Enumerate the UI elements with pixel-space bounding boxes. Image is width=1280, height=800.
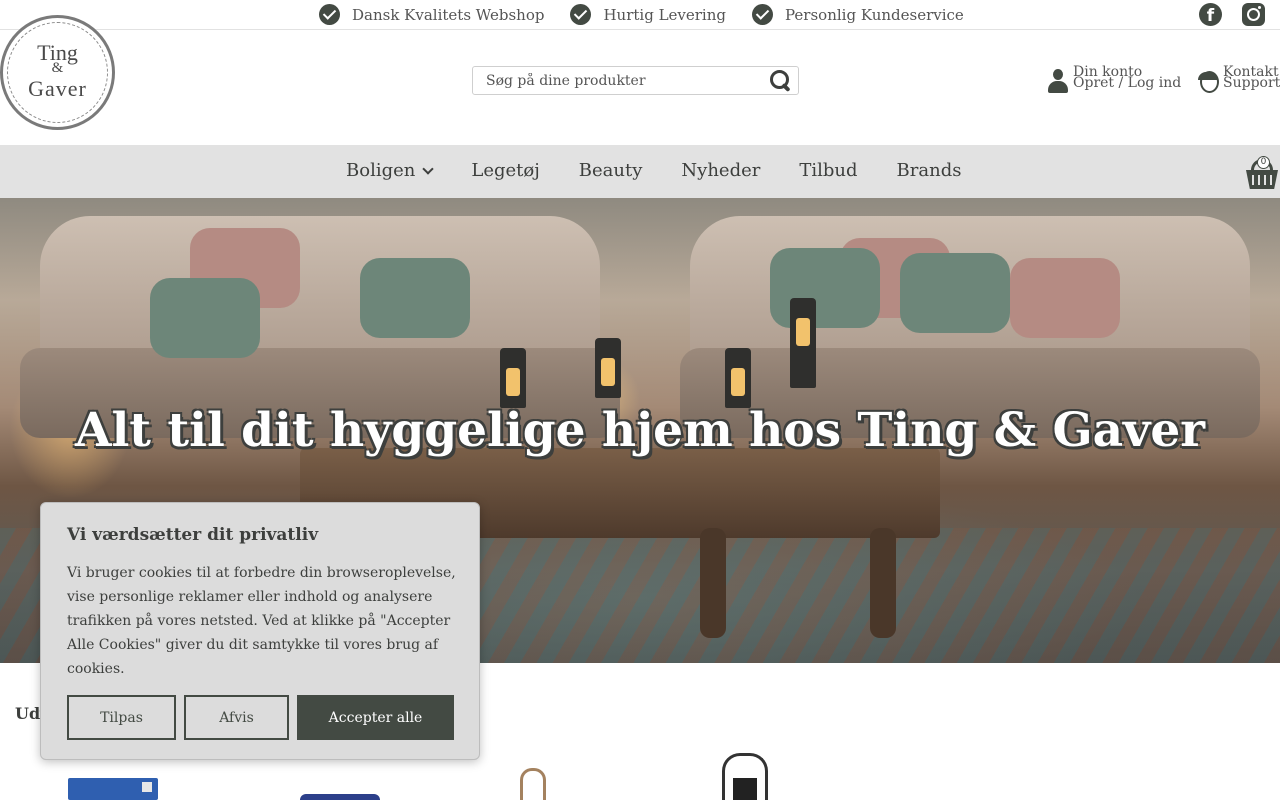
nav-item-beauty[interactable]: Beauty [579,160,643,181]
support-text: Kontakt Support [1223,65,1280,93]
usp-item: Dansk Kvalitets Webshop [319,4,544,25]
cookie-text: Vi bruger cookies til at forbedre din br… [67,565,456,677]
basket-icon [1246,170,1278,189]
account-text: Din konto Opret / Log ind [1073,65,1182,95]
support-link[interactable]: Kontakt Support [1198,65,1280,93]
accept-all-button[interactable]: Accepter alle [297,695,454,740]
hero-title: Alt til dit hyggelige hjem hos Ting & Ga… [74,403,1206,458]
usp-label: Hurtig Levering [603,5,726,24]
customize-button[interactable]: Tilpas [67,695,176,740]
hero-pillow [900,253,1010,333]
hero-pillow [1010,258,1120,338]
nav-item-legetoej[interactable]: Legetøj [471,160,539,181]
hero-lantern [595,338,621,398]
support-sub-label: Support [1223,75,1280,91]
chevron-down-icon [422,162,435,175]
search-icon[interactable] [770,70,791,91]
account-login-label: Opret / Log ind [1073,75,1182,91]
hero-lantern [725,348,751,408]
check-circle-icon [319,4,340,25]
search-input[interactable] [486,71,766,91]
headset-icon [1198,69,1219,93]
logo-text-gaver: Gaver [28,76,87,101]
usp-label: Personlig Kundeservice [785,5,964,24]
search-box [472,66,799,95]
facebook-icon[interactable]: f [1199,3,1222,26]
hero-lantern [500,348,526,408]
hero-pillow [150,278,260,358]
cookie-title: Vi værdsætter dit privatliv [67,525,319,545]
cart-button[interactable]: 0 [1246,156,1280,190]
site-logo[interactable]: Ting & Gaver [0,15,115,130]
nav-item-nyheder[interactable]: Nyheder [681,160,760,181]
hero-pillow [360,258,470,338]
main-nav: Boligen Legetøj Beauty Nyheder Tilbud Br… [0,145,1280,198]
hero-table-leg [870,528,896,638]
nav-item-tilbud[interactable]: Tilbud [799,160,857,181]
product-image[interactable] [520,768,546,800]
usp-item: Hurtig Levering [570,4,726,25]
logo-text-amp: & [51,60,64,76]
product-image[interactable] [300,794,380,800]
product-image[interactable] [722,753,768,800]
nav-label: Boligen [346,160,416,181]
usp-bar: Dansk Kvalitets Webshop Hurtig Levering … [0,0,1280,30]
user-icon [1048,69,1068,95]
reject-button[interactable]: Afvis [184,695,289,740]
instagram-icon[interactable] [1242,3,1265,26]
nav-item-brands[interactable]: Brands [897,160,962,181]
nav-item-boligen[interactable]: Boligen [346,160,435,181]
account-link[interactable]: Din konto Opret / Log ind [1048,65,1182,95]
hero-lantern [790,298,816,388]
usp-list: Dansk Kvalitets Webshop Hurtig Levering … [319,4,964,25]
check-circle-icon [570,4,592,25]
nav-items: Boligen Legetøj Beauty Nyheder Tilbud Br… [346,160,961,181]
cookie-consent-banner: Vi værdsætter dit privatliv Vi bruger co… [40,502,480,760]
check-circle-icon [752,4,773,25]
hero-table-leg [700,528,726,638]
usp-label: Dansk Kvalitets Webshop [352,5,545,24]
usp-item: Personlig Kundeservice [752,4,964,25]
cart-count-badge: 0 [1257,156,1270,169]
hero-pillow [770,248,880,328]
product-image[interactable] [68,778,158,800]
